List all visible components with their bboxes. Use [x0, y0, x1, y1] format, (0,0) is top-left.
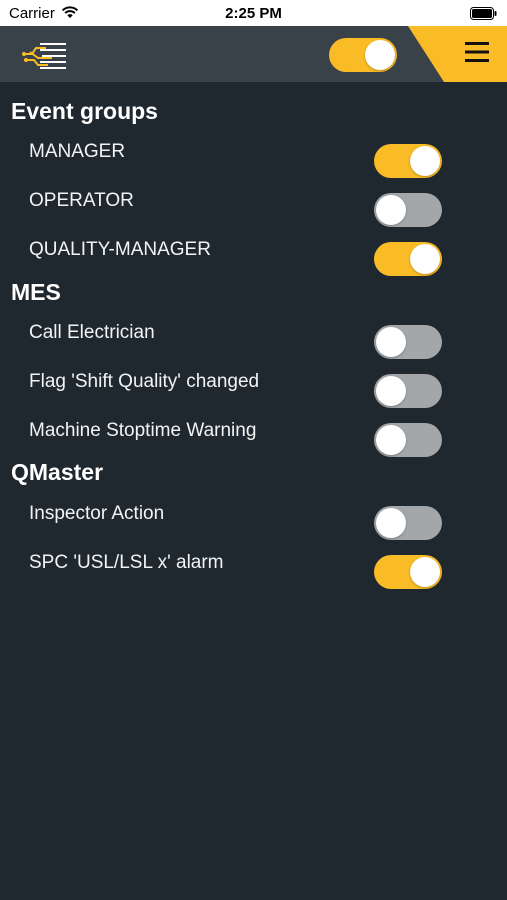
group-title-mes: MES: [11, 279, 61, 305]
menu-button[interactable]: [408, 26, 507, 82]
toggle-knob: [410, 557, 440, 587]
app-header: [0, 26, 507, 82]
item-label: Call Electrician: [29, 322, 155, 343]
item-label: SPC 'USL/LSL x' alarm: [29, 552, 224, 573]
item-label: Inspector Action: [29, 503, 165, 524]
circuit-logo-icon: [22, 40, 68, 70]
toggle-quality-manager[interactable]: [374, 242, 442, 276]
group-title-qmaster: QMaster: [11, 459, 104, 485]
toggle-operator[interactable]: [374, 193, 442, 227]
item-label: QUALITY-MANAGER: [29, 239, 211, 260]
item-label: OPERATOR: [29, 190, 134, 211]
status-bar: Carrier 2:25 PM: [0, 0, 507, 26]
list-item: QUALITY-MANAGER: [0, 237, 507, 286]
list-item: MANAGER: [0, 139, 507, 188]
toggle-knob: [376, 327, 406, 357]
toggle-manager[interactable]: [374, 144, 442, 178]
toggle-knob: [376, 508, 406, 538]
toggle-knob: [376, 195, 406, 225]
list-item: OPERATOR: [0, 188, 507, 237]
toggle-knob: [410, 146, 440, 176]
toggle-flag-shift-quality[interactable]: [374, 374, 442, 408]
battery-icon: [470, 7, 497, 20]
toggle-call-electrician[interactable]: [374, 325, 442, 359]
item-label: Flag 'Shift Quality' changed: [29, 371, 260, 392]
toggle-knob: [410, 244, 440, 274]
clock-time: 2:25 PM: [225, 5, 282, 22]
toggle-inspector-action[interactable]: [374, 506, 442, 540]
list-item: Inspector Action: [0, 501, 507, 550]
master-notifications-toggle[interactable]: [329, 38, 397, 72]
item-label: Machine Stoptime Warning: [29, 420, 257, 441]
toggle-spc-alarm[interactable]: [374, 555, 442, 589]
toggle-knob: [376, 376, 406, 406]
hamburger-menu-icon: [465, 42, 489, 62]
toggle-machine-stoptime-warning[interactable]: [374, 423, 442, 457]
toggle-knob: [376, 425, 406, 455]
list-item: SPC 'USL/LSL x' alarm: [0, 550, 507, 599]
list-item: Call Electrician: [0, 320, 507, 369]
list-item: Flag 'Shift Quality' changed: [0, 369, 507, 418]
toggle-knob: [365, 40, 395, 70]
item-label: MANAGER: [29, 141, 126, 162]
group-title-event-groups: Event groups: [11, 98, 158, 124]
